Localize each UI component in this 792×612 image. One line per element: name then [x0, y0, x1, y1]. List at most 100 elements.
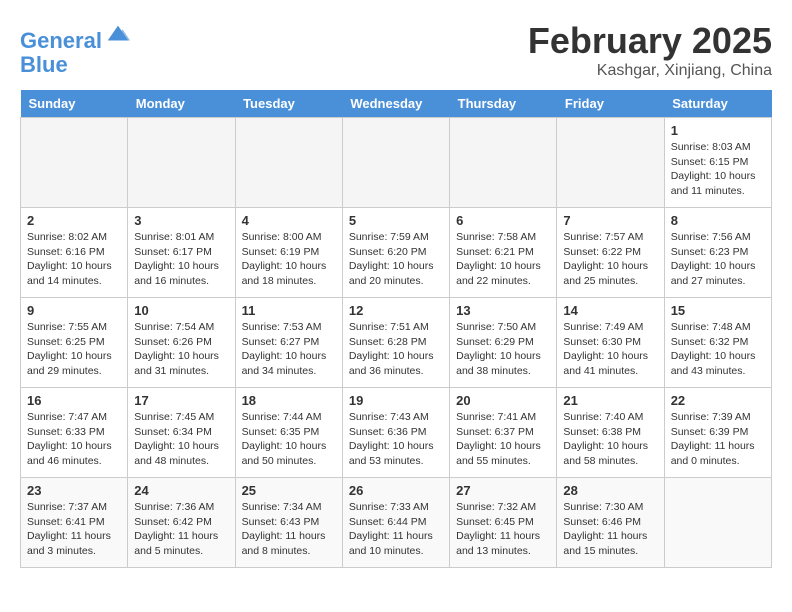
day-info: Sunrise: 7:59 AM Sunset: 6:20 PM Dayligh… [349, 230, 443, 289]
day-cell: 5 Sunrise: 7:59 AM Sunset: 6:20 PM Daylig… [342, 208, 449, 298]
logo-line1: General [20, 28, 102, 53]
day-cell: 9 Sunrise: 7:55 AM Sunset: 6:25 PM Daylig… [21, 298, 128, 388]
day-info: Sunrise: 7:49 AM Sunset: 6:30 PM Dayligh… [563, 320, 657, 379]
logo-icon [104, 20, 132, 48]
day-info: Sunrise: 7:53 AM Sunset: 6:27 PM Dayligh… [242, 320, 336, 379]
day-info: Sunrise: 7:44 AM Sunset: 6:35 PM Dayligh… [242, 410, 336, 469]
day-info: Sunrise: 7:33 AM Sunset: 6:44 PM Dayligh… [349, 500, 443, 559]
day-number: 21 [563, 393, 657, 408]
day-info: Sunrise: 7:54 AM Sunset: 6:26 PM Dayligh… [134, 320, 228, 379]
day-info: Sunrise: 7:57 AM Sunset: 6:22 PM Dayligh… [563, 230, 657, 289]
day-info: Sunrise: 7:37 AM Sunset: 6:41 PM Dayligh… [27, 500, 121, 559]
logo-text: General [20, 20, 132, 53]
day-cell: 8 Sunrise: 7:56 AM Sunset: 6:23 PM Daylig… [664, 208, 771, 298]
weekday-header-tuesday: Tuesday [235, 90, 342, 118]
week-row-4: 23Sunrise: 7:37 AM Sunset: 6:41 PM Dayli… [21, 478, 772, 568]
day-info: Sunrise: 7:43 AM Sunset: 6:36 PM Dayligh… [349, 410, 443, 469]
day-number: 28 [563, 483, 657, 498]
day-number: 6 [456, 213, 550, 228]
day-info: Sunrise: 7:34 AM Sunset: 6:43 PM Dayligh… [242, 500, 336, 559]
weekday-header-thursday: Thursday [450, 90, 557, 118]
day-info: Sunrise: 7:45 AM Sunset: 6:34 PM Dayligh… [134, 410, 228, 469]
day-cell [235, 118, 342, 208]
day-cell: 13 Sunrise: 7:50 AM Sunset: 6:29 PM Dayli… [450, 298, 557, 388]
day-cell: 24 Sunrise: 7:36 AM Sunset: 6:42 PM Dayli… [128, 478, 235, 568]
day-number: 25 [242, 483, 336, 498]
day-info: Sunrise: 7:39 AM Sunset: 6:39 PM Dayligh… [671, 410, 765, 469]
day-number: 17 [134, 393, 228, 408]
day-info: Sunrise: 8:00 AM Sunset: 6:19 PM Dayligh… [242, 230, 336, 289]
weekday-header-wednesday: Wednesday [342, 90, 449, 118]
day-info: Sunrise: 7:47 AM Sunset: 6:33 PM Dayligh… [27, 410, 121, 469]
day-cell [342, 118, 449, 208]
weekday-header-friday: Friday [557, 90, 664, 118]
day-info: Sunrise: 7:32 AM Sunset: 6:45 PM Dayligh… [456, 500, 550, 559]
day-number: 3 [134, 213, 228, 228]
day-cell [557, 118, 664, 208]
day-number: 18 [242, 393, 336, 408]
day-info: Sunrise: 7:56 AM Sunset: 6:23 PM Dayligh… [671, 230, 765, 289]
day-number: 10 [134, 303, 228, 318]
day-info: Sunrise: 7:51 AM Sunset: 6:28 PM Dayligh… [349, 320, 443, 379]
day-number: 13 [456, 303, 550, 318]
day-info: Sunrise: 7:58 AM Sunset: 6:21 PM Dayligh… [456, 230, 550, 289]
day-cell: 18 Sunrise: 7:44 AM Sunset: 6:35 PM Dayli… [235, 388, 342, 478]
day-cell: 23Sunrise: 7:37 AM Sunset: 6:41 PM Dayli… [21, 478, 128, 568]
day-number: 4 [242, 213, 336, 228]
calendar-table: SundayMondayTuesdayWednesdayThursdayFrid… [20, 90, 772, 568]
weekday-header-saturday: Saturday [664, 90, 771, 118]
day-cell: 14 Sunrise: 7:49 AM Sunset: 6:30 PM Dayli… [557, 298, 664, 388]
day-info: Sunrise: 7:40 AM Sunset: 6:38 PM Dayligh… [563, 410, 657, 469]
week-row-3: 16 Sunrise: 7:47 AM Sunset: 6:33 PM Dayli… [21, 388, 772, 478]
day-number: 19 [349, 393, 443, 408]
day-number: 20 [456, 393, 550, 408]
page-header: General Blue February 2025 Kashgar, Xinj… [20, 20, 772, 80]
day-cell: 16 Sunrise: 7:47 AM Sunset: 6:33 PM Dayli… [21, 388, 128, 478]
day-cell: 19 Sunrise: 7:43 AM Sunset: 6:36 PM Dayli… [342, 388, 449, 478]
weekday-header-row: SundayMondayTuesdayWednesdayThursdayFrid… [21, 90, 772, 118]
day-number: 12 [349, 303, 443, 318]
day-cell: 3 Sunrise: 8:01 AM Sunset: 6:17 PM Daylig… [128, 208, 235, 298]
day-number: 27 [456, 483, 550, 498]
day-cell: 17 Sunrise: 7:45 AM Sunset: 6:34 PM Dayli… [128, 388, 235, 478]
day-cell [664, 478, 771, 568]
day-cell: 10 Sunrise: 7:54 AM Sunset: 6:26 PM Dayli… [128, 298, 235, 388]
day-cell: 27 Sunrise: 7:32 AM Sunset: 6:45 PM Dayli… [450, 478, 557, 568]
week-row-0: 1Sunrise: 8:03 AM Sunset: 6:15 PM Daylig… [21, 118, 772, 208]
day-info: Sunrise: 8:02 AM Sunset: 6:16 PM Dayligh… [27, 230, 121, 289]
day-number: 14 [563, 303, 657, 318]
day-number: 9 [27, 303, 121, 318]
month-title: February 2025 [528, 20, 772, 62]
day-info: Sunrise: 8:03 AM Sunset: 6:15 PM Dayligh… [671, 140, 765, 199]
logo-line2: Blue [20, 53, 132, 77]
day-cell [128, 118, 235, 208]
title-block: February 2025 Kashgar, Xinjiang, China [528, 20, 772, 80]
day-info: Sunrise: 7:41 AM Sunset: 6:37 PM Dayligh… [456, 410, 550, 469]
day-cell: 11 Sunrise: 7:53 AM Sunset: 6:27 PM Dayli… [235, 298, 342, 388]
day-info: Sunrise: 7:48 AM Sunset: 6:32 PM Dayligh… [671, 320, 765, 379]
day-info: Sunrise: 7:50 AM Sunset: 6:29 PM Dayligh… [456, 320, 550, 379]
day-number: 22 [671, 393, 765, 408]
day-number: 26 [349, 483, 443, 498]
day-number: 24 [134, 483, 228, 498]
day-number: 15 [671, 303, 765, 318]
location: Kashgar, Xinjiang, China [528, 62, 772, 80]
day-cell: 28 Sunrise: 7:30 AM Sunset: 6:46 PM Dayli… [557, 478, 664, 568]
day-cell: 1Sunrise: 8:03 AM Sunset: 6:15 PM Daylig… [664, 118, 771, 208]
day-info: Sunrise: 7:30 AM Sunset: 6:46 PM Dayligh… [563, 500, 657, 559]
day-number: 8 [671, 213, 765, 228]
day-number: 5 [349, 213, 443, 228]
day-info: Sunrise: 8:01 AM Sunset: 6:17 PM Dayligh… [134, 230, 228, 289]
week-row-2: 9 Sunrise: 7:55 AM Sunset: 6:25 PM Daylig… [21, 298, 772, 388]
day-cell: 2 Sunrise: 8:02 AM Sunset: 6:16 PM Daylig… [21, 208, 128, 298]
day-cell: 22 Sunrise: 7:39 AM Sunset: 6:39 PM Dayli… [664, 388, 771, 478]
day-info: Sunrise: 7:55 AM Sunset: 6:25 PM Dayligh… [27, 320, 121, 379]
day-cell: 21 Sunrise: 7:40 AM Sunset: 6:38 PM Dayli… [557, 388, 664, 478]
day-number: 2 [27, 213, 121, 228]
day-cell [21, 118, 128, 208]
day-info: Sunrise: 7:36 AM Sunset: 6:42 PM Dayligh… [134, 500, 228, 559]
day-number: 16 [27, 393, 121, 408]
day-cell: 15 Sunrise: 7:48 AM Sunset: 6:32 PM Dayli… [664, 298, 771, 388]
day-number: 11 [242, 303, 336, 318]
logo: General Blue [20, 20, 132, 77]
